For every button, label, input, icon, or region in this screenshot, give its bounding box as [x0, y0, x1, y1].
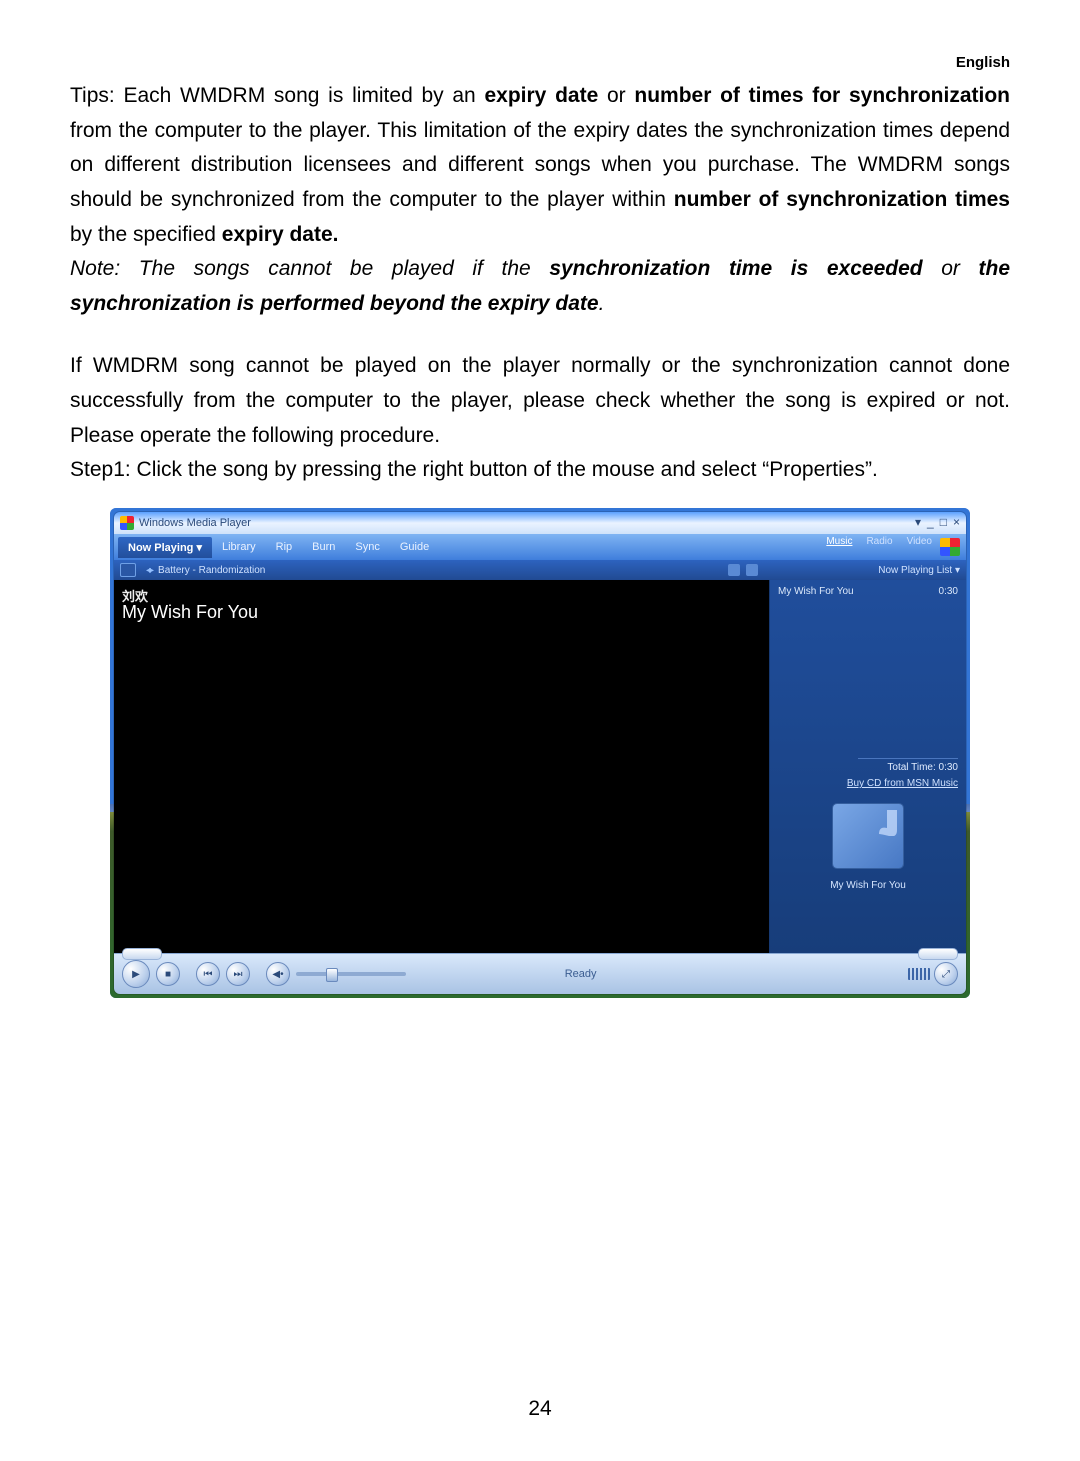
album-art-label: My Wish For You [770, 880, 966, 891]
text-italic: . [599, 292, 605, 315]
chevron-down-icon: ▾ [196, 542, 202, 554]
wmp-main-tabs: Now Playing ▾ Library Rip Burn Sync Guid… [114, 534, 966, 560]
playlist-total-time: Total Time: 0:30 [858, 758, 958, 773]
wmp-app-icon [120, 516, 134, 530]
wmp-playback-controls: ▶ ■ ⏮ ⏭ ◀• Ready ⤢ [114, 953, 966, 994]
text-bold: number of synchronization times [674, 188, 1010, 211]
seek-slider[interactable] [296, 972, 406, 976]
playlist-item[interactable]: My Wish For You 0:30 [778, 584, 958, 599]
volume-bars-icon [908, 968, 930, 980]
maximize-button[interactable]: □ [940, 515, 947, 529]
wmp-titlebar[interactable]: Windows Media Player ▾ _ □ × [114, 512, 966, 534]
grip-handle-right[interactable] [918, 948, 958, 960]
hub-music[interactable]: Music [826, 536, 852, 547]
text-bold-italic: synchronization time is exceeded [549, 257, 922, 280]
tab-now-playing[interactable]: Now Playing ▾ [118, 537, 212, 558]
tab-label: Now Playing [128, 542, 193, 554]
view-toggle-button[interactable] [120, 563, 136, 577]
text-bold: expiry date [484, 84, 598, 107]
tab-guide[interactable]: Guide [390, 537, 439, 557]
buy-cd-link[interactable]: Buy CD from MSN Music [847, 778, 958, 789]
playback-status: Ready [565, 968, 597, 980]
text-bold: number of times for synchronization [634, 84, 1010, 107]
grip-handle-left[interactable] [122, 948, 162, 960]
text: Tips: Each WMDRM song is limited by an [70, 84, 484, 107]
chevron-down-icon: ▾ [955, 565, 960, 576]
tab-sync[interactable]: Sync [345, 537, 389, 557]
paragraph-tips: Tips: Each WMDRM song is limited by an e… [70, 79, 1010, 252]
visualization-song-title: My Wish For You [122, 602, 258, 623]
text-bold: expiry date. [222, 223, 339, 246]
album-art-icon[interactable] [833, 804, 903, 868]
text-italic: Note: The songs cannot be played if the [70, 257, 549, 280]
repeat-icon[interactable] [746, 564, 758, 576]
play-button[interactable]: ▶ [122, 960, 150, 988]
tab-burn[interactable]: Burn [302, 537, 345, 557]
collapse-button[interactable]: ▾ [915, 515, 921, 529]
minimize-button[interactable]: _ [927, 515, 934, 529]
switch-mode-button[interactable]: ⤢ [934, 962, 958, 986]
visualization-area[interactable]: 刘欢 My Wish For You [114, 580, 770, 954]
wmp-window: Windows Media Player ▾ _ □ × Now Playing… [114, 512, 966, 994]
paragraph-note: Note: The songs cannot be played if the … [70, 252, 1010, 321]
close-button[interactable]: × [953, 515, 960, 529]
next-track-button[interactable]: ⏭ [226, 962, 250, 986]
wmp-title-text: Windows Media Player [139, 517, 251, 529]
previous-track-button[interactable]: ⏮ [196, 962, 220, 986]
nav-arrows-icon[interactable]: ◂▸ [146, 565, 152, 576]
paragraph-troubleshoot: If WMDRM song cannot be played on the pl… [70, 349, 1010, 453]
playlist-item-title: My Wish For You [778, 586, 854, 597]
text: by the specified [70, 223, 222, 246]
tab-rip[interactable]: Rip [266, 537, 303, 557]
wmp-screenshot: Windows Media Player ▾ _ □ × Now Playing… [110, 508, 970, 998]
windows-flag-icon[interactable] [940, 538, 960, 556]
wmp-subbar: ◂▸ Battery - Randomization Now Playing L… [114, 560, 966, 580]
now-playing-list-dropdown[interactable]: Now Playing List ▾ [878, 565, 960, 576]
volume-control[interactable]: ⤢ [908, 962, 958, 986]
npl-label: Now Playing List [878, 565, 952, 576]
stop-button[interactable]: ■ [156, 962, 180, 986]
text-italic: or [923, 257, 979, 280]
paragraph-step1: Step1: Click the song by pressing the ri… [70, 453, 1010, 488]
language-label: English [70, 54, 1010, 71]
playlist-sidebar: My Wish For You 0:30 Total Time: 0:30 Bu… [770, 580, 966, 954]
text: or [598, 84, 634, 107]
tab-library[interactable]: Library [212, 537, 266, 557]
subbar-label: Battery - Randomization [158, 565, 265, 576]
hub-video[interactable]: Video [907, 536, 932, 547]
playlist-item-length: 0:30 [939, 586, 958, 597]
hub-radio[interactable]: Radio [866, 536, 892, 547]
shuffle-icon[interactable] [728, 564, 740, 576]
mute-button[interactable]: ◀• [266, 962, 290, 986]
page-number: 24 [0, 1397, 1080, 1421]
